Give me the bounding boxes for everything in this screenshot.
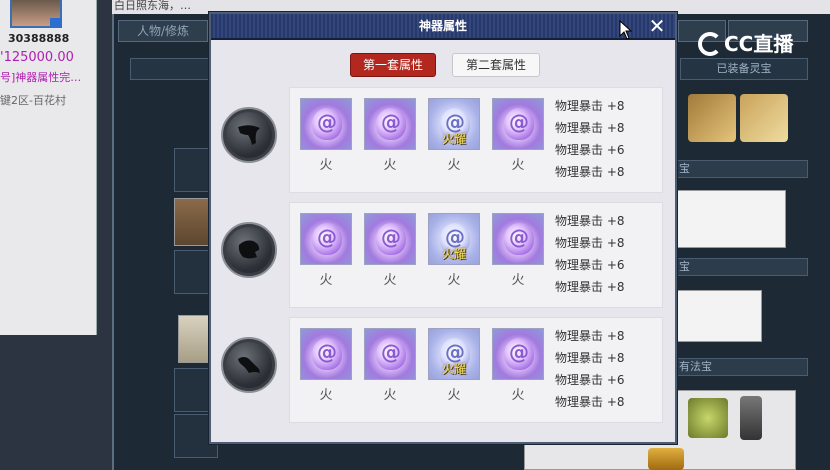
- dialog-title: 神器属性: [211, 14, 675, 40]
- fire-gem-slot[interactable]: [300, 98, 352, 150]
- equipped-treasure-label: 已装备灵宝: [680, 58, 808, 80]
- stat-line: 物理暴击 +8: [555, 395, 625, 409]
- fire-gem-slot[interactable]: [300, 213, 352, 265]
- gem-element-label: 火: [319, 273, 333, 288]
- fire-gem-slot[interactable]: 火耀: [428, 213, 480, 265]
- fire-gem-slot[interactable]: [364, 328, 416, 380]
- gem-element-label: 火: [319, 388, 333, 403]
- cc-logo-icon: [698, 32, 722, 56]
- stat-line: 物理暴击 +6: [555, 258, 625, 272]
- artifact-set-1-icon[interactable]: [221, 107, 277, 163]
- watermark-text: CC直播: [724, 32, 794, 56]
- gem-element-label: 火: [383, 158, 397, 173]
- gem-element-label: 火: [511, 158, 525, 173]
- avatar[interactable]: [10, 0, 62, 28]
- close-button[interactable]: ✕: [647, 14, 667, 38]
- gem-tag: 火耀: [441, 132, 466, 146]
- top-text: 白日照东海，…: [114, 0, 191, 12]
- fire-gem-slot[interactable]: [492, 213, 544, 265]
- tab-set-2[interactable]: 第二套属性: [452, 53, 540, 77]
- gold-amount: '125000.00: [0, 50, 74, 65]
- stat-line: 物理暴击 +8: [555, 165, 625, 179]
- tab-set-1[interactable]: 第一套属性: [350, 53, 436, 77]
- treasure-item[interactable]: [688, 398, 728, 438]
- fire-gem-slot[interactable]: 火耀: [428, 328, 480, 380]
- artifact-set-row: 火耀 火 火 火 火 物理暴击 +8 物理暴击 +8 物理暴击 +6 物理暴击 …: [211, 202, 679, 308]
- fire-gem-slot[interactable]: [492, 328, 544, 380]
- gem-element-label: 火: [383, 388, 397, 403]
- fire-gem-slot[interactable]: [364, 213, 416, 265]
- artifact-attributes-dialog: 神器属性 ✕ 第一套属性 第二套属性 火耀 火 火 火 火 物理暴击 +8 物理…: [209, 12, 677, 444]
- section-header: 有法宝: [676, 358, 808, 376]
- treasure-slot[interactable]: [676, 290, 762, 342]
- section-header: 宝: [676, 258, 808, 276]
- set-attribute-box: 火耀 火 火 火 火 物理暴击 +8 物理暴击 +8 物理暴击 +6 物理暴击 …: [289, 87, 663, 193]
- artifact-set-2-icon[interactable]: [221, 222, 277, 278]
- stat-line: 物理暴击 +8: [555, 236, 625, 250]
- treasure-item[interactable]: [648, 448, 684, 470]
- section-header: 宝: [676, 160, 808, 178]
- gem-element-label: 火: [319, 158, 333, 173]
- stat-line: 物理暴击 +8: [555, 214, 625, 228]
- stat-line: 物理暴击 +6: [555, 143, 625, 157]
- stat-line: 物理暴击 +8: [555, 121, 625, 135]
- fire-gem-slot[interactable]: 火耀: [428, 98, 480, 150]
- artifact-set-row: 火耀 火 火 火 火 物理暴击 +8 物理暴击 +8 物理暴击 +6 物理暴击 …: [211, 317, 679, 423]
- stat-line: 物理暴击 +8: [555, 351, 625, 365]
- equipped-treasure-item[interactable]: [688, 94, 736, 142]
- fire-gem-slot[interactable]: [300, 328, 352, 380]
- mouse-cursor-icon: [619, 20, 633, 40]
- user-id: 30388888: [8, 32, 70, 45]
- stat-line: 物理暴击 +8: [555, 99, 625, 113]
- cc-live-watermark: CC直播: [698, 28, 810, 60]
- gem-element-label: 火: [383, 273, 397, 288]
- gem-tag: 火耀: [441, 362, 466, 376]
- gem-tag: 火耀: [441, 247, 466, 261]
- artifact-set-3-icon[interactable]: [221, 337, 277, 393]
- set-attribute-box: 火耀 火 火 火 火 物理暴击 +8 物理暴击 +8 物理暴击 +6 物理暴击 …: [289, 202, 663, 308]
- artifact-set-row: 火耀 火 火 火 火 物理暴击 +8 物理暴击 +8 物理暴击 +6 物理暴击 …: [211, 87, 679, 193]
- tab-character[interactable]: 人物/修炼: [118, 20, 208, 42]
- panel-header-strip: [130, 58, 220, 80]
- inventory-slot[interactable]: [174, 198, 214, 246]
- treasure-slot[interactable]: [676, 190, 786, 248]
- gem-element-label: 火: [511, 388, 525, 403]
- gem-element-label: 火: [511, 273, 525, 288]
- gem-element-label: 火: [447, 273, 461, 288]
- treasure-item[interactable]: [740, 396, 762, 440]
- inventory-slot[interactable]: [178, 315, 212, 363]
- status-title: 号]神器属性完…: [0, 71, 82, 84]
- stat-line: 物理暴击 +6: [555, 373, 625, 387]
- equipped-treasure-item[interactable]: [740, 94, 788, 142]
- stat-line: 物理暴击 +8: [555, 329, 625, 343]
- gem-element-label: 火: [447, 388, 461, 403]
- fire-gem-slot[interactable]: [492, 98, 544, 150]
- fire-gem-slot[interactable]: [364, 98, 416, 150]
- stat-line: 物理暴击 +8: [555, 280, 625, 294]
- gem-element-label: 火: [447, 158, 461, 173]
- location-text: 键2区-百花村: [0, 94, 66, 107]
- character-info-panel: 30388888 '125000.00 号]神器属性完… 键2区-百花村: [0, 0, 97, 335]
- set-attribute-box: 火耀 火 火 火 火 物理暴击 +8 物理暴击 +8 物理暴击 +6 物理暴击 …: [289, 317, 663, 423]
